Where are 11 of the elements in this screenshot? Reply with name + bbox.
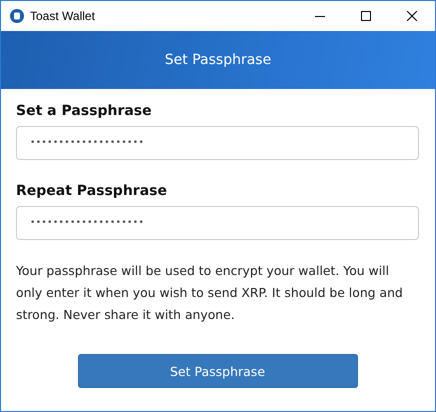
close-icon	[407, 11, 417, 21]
passphrase-field[interactable]: ••••••••••••••••••••	[16, 126, 419, 160]
app-logo-icon	[10, 9, 24, 23]
set-passphrase-button[interactable]: Set Passphrase	[78, 354, 358, 388]
window-title: Toast Wallet	[30, 9, 96, 23]
field-label: Set a Passphrase	[16, 103, 152, 119]
info-text: Your passphrase will be used to encrypt your wallet. You will only enter it when you wish to send XRP. It should be long and strong. Never share it with anyone.	[16, 262, 404, 324]
header-title: Set Passphrase	[164, 52, 272, 68]
maximize-icon	[361, 11, 371, 21]
field-label: Repeat Passphrase	[16, 183, 167, 199]
passphrase-field[interactable]: ••••••••••••••••••••	[16, 206, 419, 240]
